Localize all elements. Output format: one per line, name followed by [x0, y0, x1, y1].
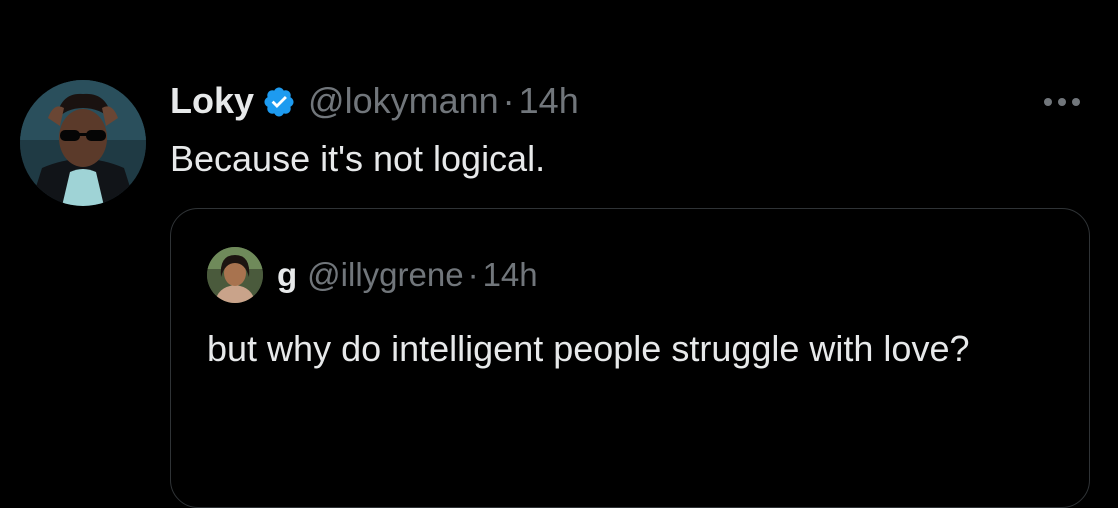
timestamp[interactable]: 14h	[519, 78, 579, 124]
verified-badge-icon	[262, 84, 296, 118]
display-name[interactable]: Loky	[170, 78, 254, 124]
avatar-image	[20, 80, 146, 206]
tweet-header: Loky @lokymann · 14h	[170, 78, 579, 124]
quoted-handle[interactable]: @illygrene	[307, 253, 463, 297]
quoted-tweet[interactable]: g @illygrene · 14h but why do intelligen…	[170, 208, 1090, 508]
quoted-timestamp[interactable]: 14h	[483, 253, 538, 297]
handle[interactable]: @lokymann	[308, 78, 499, 124]
quoted-display-name[interactable]: g	[277, 253, 297, 297]
quoted-avatar[interactable]	[207, 247, 263, 303]
tweet-text: Because it's not logical.	[170, 138, 546, 179]
separator-dot: ·	[502, 80, 515, 121]
tweet[interactable]: Loky @lokymann · 14h Because it's not lo…	[0, 0, 1118, 508]
quoted-avatar-image	[207, 247, 263, 303]
more-horizontal-icon[interactable]	[1040, 92, 1084, 112]
quoted-tweet-text: but why do intelligent people struggle w…	[207, 328, 970, 369]
avatar[interactable]	[20, 80, 146, 206]
quoted-separator-dot: ·	[467, 256, 479, 293]
quoted-header: g @illygrene · 14h	[277, 253, 538, 297]
